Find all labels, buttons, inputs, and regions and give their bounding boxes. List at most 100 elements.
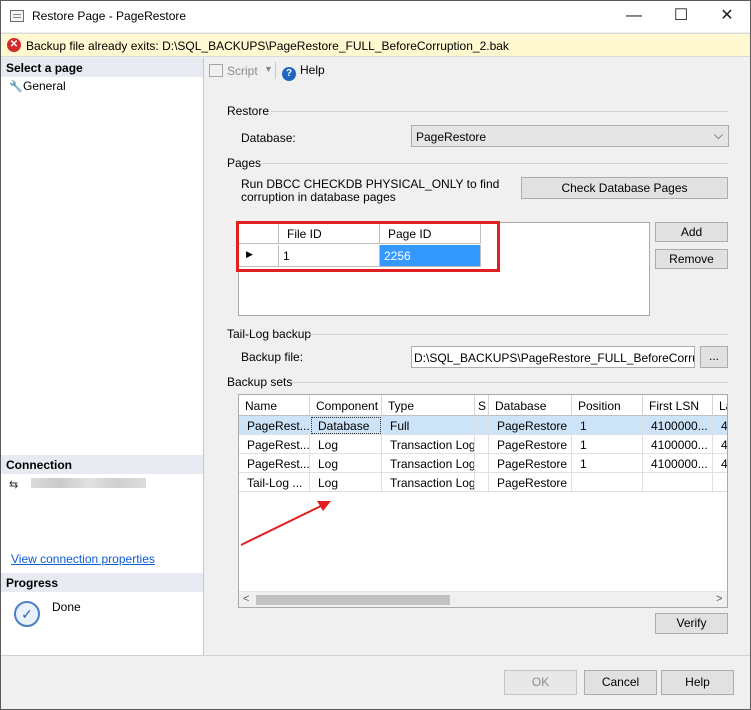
maximize-button[interactable]: ☐ xyxy=(658,1,704,32)
script-icon xyxy=(209,64,223,77)
app-window-icon xyxy=(10,10,24,22)
pages-description-line2: corruption in database pages xyxy=(241,190,396,204)
chevron-down-icon: ⌵ xyxy=(713,128,723,142)
toolbar-help-button[interactable]: ? Help xyxy=(282,63,325,81)
column-header-first-lsn[interactable]: First LSN xyxy=(643,395,713,416)
wrench-icon: 🔧 xyxy=(9,81,23,93)
progress-status: Done xyxy=(52,600,81,614)
section-divider xyxy=(309,334,728,335)
section-divider xyxy=(263,163,728,164)
done-check-icon: ✓ xyxy=(14,601,40,627)
cell-database[interactable]: PageRestore xyxy=(489,454,572,473)
scroll-left-icon[interactable]: < xyxy=(243,593,249,605)
help-label: Help xyxy=(300,63,325,77)
cell-component[interactable]: Log xyxy=(310,473,382,492)
horizontal-scrollbar[interactable]: < > xyxy=(239,591,727,607)
column-header-database[interactable]: Database xyxy=(489,395,572,416)
progress-header: Progress xyxy=(1,573,203,592)
scroll-right-icon[interactable]: > xyxy=(716,593,722,605)
column-header-last-lsn[interactable]: La xyxy=(713,395,727,416)
cell-position[interactable]: 1 xyxy=(572,416,643,435)
pages-description-line1: Run DBCC CHECKDB PHYSICAL_ONLY to find xyxy=(241,177,500,191)
cell-name[interactable]: PageRest... xyxy=(239,454,310,473)
close-button[interactable]: ✕ xyxy=(704,1,750,32)
help-icon: ? xyxy=(282,67,296,81)
connection-header: Connection xyxy=(1,455,203,474)
page-item-label: General xyxy=(23,79,66,93)
cell-last-lsn[interactable]: 4 xyxy=(713,435,727,454)
page-item-general[interactable]: 🔧General xyxy=(9,79,66,93)
add-page-button[interactable]: Add xyxy=(655,222,728,242)
cell-type[interactable]: Transaction Log xyxy=(382,454,475,473)
error-x-icon: ✕ xyxy=(7,38,21,52)
cell-position[interactable]: 1 xyxy=(572,435,643,454)
script-button[interactable]: Script xyxy=(209,64,258,78)
database-label: Database: xyxy=(241,131,296,145)
annotation-highlight-box xyxy=(236,221,500,272)
column-header-s[interactable]: S xyxy=(475,395,489,416)
footer-divider xyxy=(1,655,750,656)
restore-section-title: Restore xyxy=(227,104,270,118)
cell-component[interactable]: Log xyxy=(310,435,382,454)
cell-name[interactable]: PageRest... xyxy=(239,416,310,435)
cell-name[interactable]: Tail-Log ... xyxy=(239,473,310,492)
error-message-bar: ✕ Backup file already exits: D:\SQL_BACK… xyxy=(1,33,750,57)
view-connection-properties-link[interactable]: View connection properties xyxy=(11,552,155,566)
cell-s[interactable] xyxy=(475,473,489,492)
left-panel: Select a page 🔧General Connection ⇆ View… xyxy=(1,58,204,655)
title-bar: Restore Page - PageRestore — ☐ ✕ xyxy=(1,1,750,32)
window-title: Restore Page - PageRestore xyxy=(32,9,187,23)
column-header-name[interactable]: Name xyxy=(239,395,310,416)
cancel-button[interactable]: Cancel xyxy=(584,670,657,695)
toolbar: Script ▼ ? Help xyxy=(205,58,750,84)
cell-first-lsn[interactable]: 4100000... xyxy=(643,416,713,435)
cell-database[interactable]: PageRestore xyxy=(489,435,572,454)
database-select-value: PageRestore xyxy=(416,130,487,144)
cell-s[interactable] xyxy=(475,416,489,435)
column-header-position[interactable]: Position xyxy=(572,395,643,416)
check-database-pages-button[interactable]: Check Database Pages xyxy=(521,177,728,199)
cell-last-lsn[interactable] xyxy=(713,473,727,492)
cell-database[interactable]: PageRestore xyxy=(489,473,572,492)
cell-type[interactable]: Transaction Log xyxy=(382,435,475,454)
backup-sets-section-title: Backup sets xyxy=(227,375,293,389)
cell-s[interactable] xyxy=(475,435,489,454)
cell-first-lsn[interactable]: 4100000... xyxy=(643,454,713,473)
cell-type[interactable]: Full xyxy=(382,416,475,435)
cell-component[interactable]: Database xyxy=(310,416,382,435)
toolbar-separator xyxy=(275,62,276,79)
minimize-button[interactable]: — xyxy=(611,1,657,32)
script-dropdown-chevron-icon[interactable]: ▼ xyxy=(264,64,273,74)
cell-name[interactable]: PageRest... xyxy=(239,435,310,454)
browse-button[interactable]: ... xyxy=(700,346,728,368)
help-button[interactable]: Help xyxy=(661,670,734,695)
pages-section-title: Pages xyxy=(227,156,262,170)
remove-page-button[interactable]: Remove xyxy=(655,249,728,269)
redacted-server-name xyxy=(31,478,146,488)
ok-button[interactable]: OK xyxy=(504,670,577,695)
cell-last-lsn[interactable]: 4 xyxy=(713,454,727,473)
tail-log-section-title: Tail-Log backup xyxy=(227,327,312,341)
cell-position[interactable]: 1 xyxy=(572,454,643,473)
database-select[interactable]: PageRestore ⌵ xyxy=(411,125,729,147)
cell-component[interactable]: Log xyxy=(310,454,382,473)
cell-first-lsn[interactable]: 4100000... xyxy=(643,435,713,454)
column-header-type[interactable]: Type xyxy=(382,395,475,416)
scrollbar-thumb[interactable] xyxy=(256,595,450,605)
cell-type[interactable]: Transaction Log xyxy=(382,473,475,492)
annotation-arrow-icon xyxy=(240,501,331,546)
cell-position[interactable] xyxy=(572,473,643,492)
column-header-component[interactable]: Component xyxy=(310,395,382,416)
script-label: Script xyxy=(227,64,258,78)
section-divider xyxy=(271,111,728,112)
cell-database[interactable]: PageRestore xyxy=(489,416,572,435)
error-message-text: Backup file already exits: D:\SQL_BACKUP… xyxy=(26,39,509,53)
cell-first-lsn[interactable] xyxy=(643,473,713,492)
cell-s[interactable] xyxy=(475,454,489,473)
select-page-header: Select a page xyxy=(1,58,203,77)
server-connection-icon: ⇆ xyxy=(9,479,18,491)
backup-file-input[interactable]: D:\SQL_BACKUPS\PageRestore_FULL_BeforeCo… xyxy=(411,346,695,368)
backup-file-label: Backup file: xyxy=(241,350,304,364)
cell-last-lsn[interactable]: 4 xyxy=(713,416,727,435)
verify-button[interactable]: Verify xyxy=(655,613,728,634)
